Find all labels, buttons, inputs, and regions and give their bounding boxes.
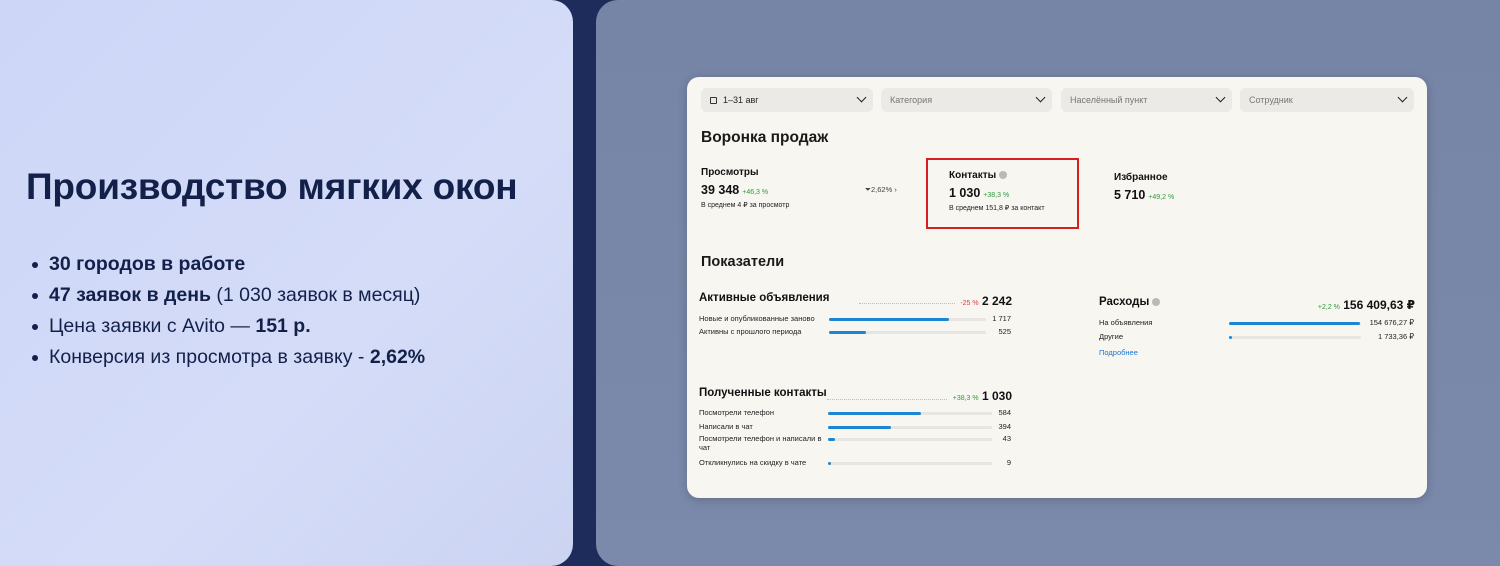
slide-left-panel: Производство мягких окон 30 городов в ра…: [0, 0, 573, 566]
category-filter[interactable]: Категория: [881, 88, 1052, 112]
row-value: 154 676,27 ₽: [1369, 318, 1414, 327]
progress-fill: [1229, 322, 1360, 325]
funnel-views[interactable]: Просмотры 39 348 +46,3 % В среднем 4 ₽ за…: [701, 167, 789, 209]
conversion-value: 2,62%: [871, 185, 893, 194]
row-label: Написали в чат: [699, 422, 753, 431]
row-value: 1 717: [992, 314, 1011, 323]
row-value: 525: [998, 327, 1011, 336]
employee-filter-placeholder: Сотрудник: [1249, 95, 1293, 105]
favorites-label: Избранное: [1114, 172, 1168, 183]
row-label: Активны с прошлого периода: [699, 327, 802, 336]
progress-fill: [829, 318, 950, 321]
row-label: Посмотрели телефон и написали в чат: [699, 434, 822, 452]
views-delta: +46,3 %: [742, 189, 769, 196]
progress-track: [1229, 336, 1361, 339]
contacts-value: 1 030: [949, 186, 981, 200]
row-label: Другие: [1099, 332, 1124, 341]
progress-fill: [828, 426, 891, 429]
period-filter[interactable]: 1–31 авг: [701, 88, 873, 112]
help-icon[interactable]: [999, 171, 1008, 179]
chevron-down-icon: [1215, 92, 1226, 103]
calendar-icon: [710, 96, 717, 104]
expenses-total: 156 409,63 ₽: [1343, 298, 1415, 312]
contacts-sub: В среднем 151,8 ₽ за контакт: [949, 205, 1045, 212]
expenses-title-wrap: Расходы: [1099, 296, 1161, 308]
bullet-conversion: Конверсия из просмотра в заявку - 2,62%: [30, 343, 425, 374]
slide-bullet-list: 30 городов в работе 47 заявок в день (1 …: [30, 250, 425, 374]
progress-fill: [828, 462, 831, 465]
expenses-title: Расходы: [1099, 296, 1150, 308]
row-label: Откликнулись на скидку в чате: [699, 458, 807, 467]
active-ads-total: 2 242: [981, 294, 1012, 308]
slide-title: Производство мягких окон: [26, 166, 518, 207]
indicators-title: Показатели: [701, 254, 785, 270]
row-value: 584: [998, 408, 1011, 417]
bullet-request-price: Цена заявки с Avito — 151 р.: [30, 312, 425, 343]
dotted-divider: [859, 303, 955, 304]
row-value: 394: [998, 422, 1011, 431]
dotted-divider: [827, 399, 947, 400]
slide-right-panel: 1–31 авг Категория Населённый пункт Сотр…: [596, 0, 1500, 566]
views-value: 39 348: [701, 183, 740, 197]
employee-filter[interactable]: Сотрудник: [1240, 88, 1414, 112]
favorites-value: 5 710: [1114, 188, 1146, 202]
location-filter[interactable]: Населённый пункт: [1061, 88, 1232, 112]
category-filter-placeholder: Категория: [890, 95, 933, 105]
received-contacts-total-wrap: +38,3 % 1 030: [950, 389, 1012, 403]
bullet-requests-per-day: 47 заявок в день (1 030 заявок в месяц): [30, 281, 425, 312]
received-contacts-delta: +38,3 %: [952, 395, 979, 402]
progress-fill: [828, 438, 835, 441]
row-label: Новые и опубликованные заново: [699, 314, 815, 323]
chevron-right-icon: ›: [892, 185, 897, 194]
received-contacts-title: Полученные контакты: [699, 387, 827, 399]
row-value: 43: [1002, 434, 1011, 443]
location-filter-placeholder: Населённый пункт: [1070, 95, 1148, 105]
funnel-favorites[interactable]: Избранное 5 710 +49,2 %: [1114, 172, 1174, 204]
progress-fill: [1229, 336, 1232, 339]
active-ads-title: Активные объявления: [699, 292, 830, 304]
row-label: На объявления: [1099, 318, 1153, 327]
chevron-down-icon: [1035, 92, 1046, 103]
bullet-cities: 30 городов в работе: [30, 250, 425, 281]
progress-fill: [829, 331, 866, 334]
views-sub: В среднем 4 ₽ за просмотр: [701, 202, 790, 209]
row-label: Посмотрели телефон: [699, 408, 774, 417]
chevron-down-icon: [856, 92, 867, 103]
funnel-conversion[interactable]: ⏷2,62% ›: [865, 185, 897, 195]
contacts-delta: +38,3 %: [983, 192, 1010, 199]
active-ads-delta: -25 %: [960, 300, 979, 307]
row-value: 9: [1006, 458, 1011, 467]
funnel-contacts[interactable]: Контакты 1 030 +38,3 % В среднем 151,8 ₽ …: [949, 170, 1045, 212]
period-filter-value: 1–31 авг: [723, 95, 759, 105]
received-contacts-total: 1 030: [981, 389, 1012, 403]
expenses-total-wrap: +2,2 % 156 409,63 ₽: [1315, 298, 1415, 312]
row-value: 1 733,36 ₽: [1377, 332, 1414, 341]
help-icon[interactable]: [1152, 298, 1161, 306]
expenses-details-link[interactable]: Подробнее: [1099, 348, 1138, 357]
statistics-card: 1–31 авг Категория Населённый пункт Сотр…: [687, 77, 1427, 498]
active-ads-total-wrap: -25 % 2 242: [957, 294, 1012, 308]
progress-fill: [828, 412, 921, 415]
expenses-delta: +2,2 %: [1317, 304, 1340, 311]
chevron-down-icon: [1397, 92, 1408, 103]
favorites-delta: +49,2 %: [1148, 194, 1175, 201]
funnel-title: Воронка продаж: [701, 129, 829, 146]
views-label: Просмотры: [701, 167, 759, 178]
contacts-label: Контакты: [949, 170, 997, 181]
progress-track: [1229, 322, 1361, 325]
